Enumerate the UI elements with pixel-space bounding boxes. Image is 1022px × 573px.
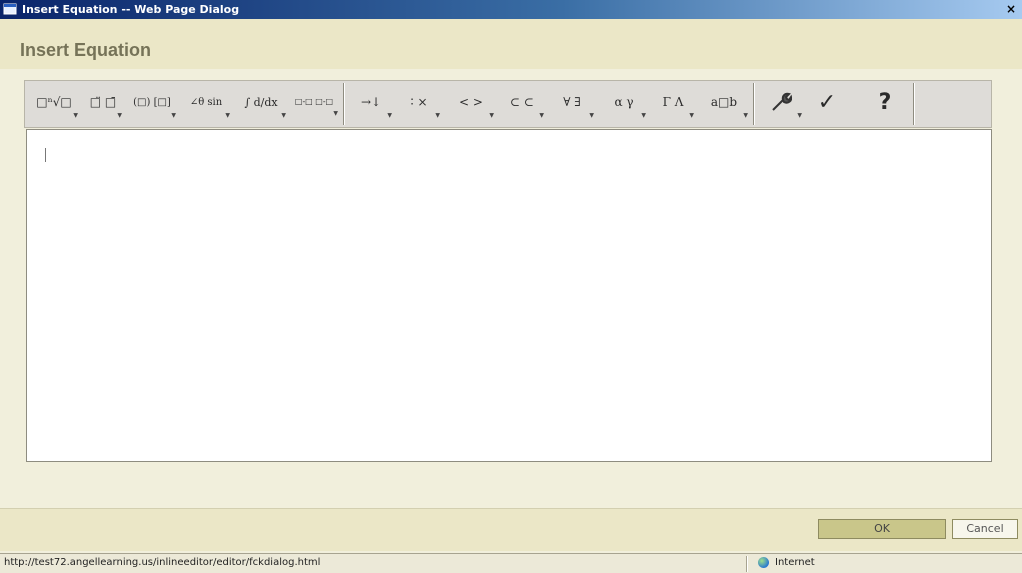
toolbar-calculus-button[interactable]: ∫ d/dx ▼ [235,89,287,120]
checkmark-icon[interactable]: ✓ [807,89,847,115]
help-icon[interactable]: ? [865,89,905,115]
equation-toolbar: □ⁿ√□ ▼ □̈ □̄ ▼ (□) [□] ▼ ∠θ sin ▼ ∫ d/dx ▼ □-… [24,80,992,128]
text-cursor [45,148,46,162]
title-bar: Insert Equation -- Web Page Dialog × [0,0,1022,19]
ok-button[interactable]: OK [818,519,946,539]
cancel-button[interactable]: Cancel [952,519,1018,539]
toolbar-greek-upper-button[interactable]: Γ Λ ▼ [651,89,695,119]
toolbar-fractions-roots-button[interactable]: □ⁿ√□ ▼ [29,89,79,119]
toolbar-greek-lower-button[interactable]: α γ ▼ [601,89,647,119]
equation-editor[interactable] [26,129,992,462]
toolbar-spacing-button[interactable]: a□b ▼ [699,89,749,119]
toolbar-functions-button[interactable]: ∠θ sin ▼ [181,89,231,120]
toolbar-sets-button[interactable]: ⊂ ⊂ ▼ [499,89,545,119]
toolbar-relations-button[interactable]: < > ▼ [447,89,495,119]
toolbar-arrows-button[interactable]: →↓ ▼ [349,89,393,119]
toolbar-separator [343,83,344,125]
toolbar-operators-button[interactable]: ∶ × ▼ [397,89,441,119]
dialog-header: Insert Equation [0,19,1022,69]
toolbar-separator [753,83,754,125]
toolbar-accents-button[interactable]: □̈ □̄ ▼ [83,89,123,119]
toolbar-brackets-button[interactable]: (□) [□] ▼ [127,89,177,120]
globe-icon [758,557,769,568]
dialog-title: Insert Equation [20,40,152,60]
zone-label: Internet [775,557,815,568]
security-zone: Internet [758,557,815,568]
window-title: Insert Equation -- Web Page Dialog [22,3,240,16]
status-separator [746,556,747,572]
status-bar: http://test72.angellearning.us/inlineedi… [0,553,1022,573]
ie-window-icon [3,3,17,15]
wrench-icon[interactable]: ▼ [759,89,803,119]
toolbar-logic-button[interactable]: ∀ ∃ ▼ [549,89,595,119]
dialog-footer: OK Cancel [0,508,1022,551]
close-icon[interactable]: × [1004,2,1018,16]
toolbar-matrix-button[interactable]: □-□ □-□ ▼ [289,89,339,117]
toolbar-separator [913,83,914,125]
status-url: http://test72.angellearning.us/inlineedi… [4,557,321,568]
